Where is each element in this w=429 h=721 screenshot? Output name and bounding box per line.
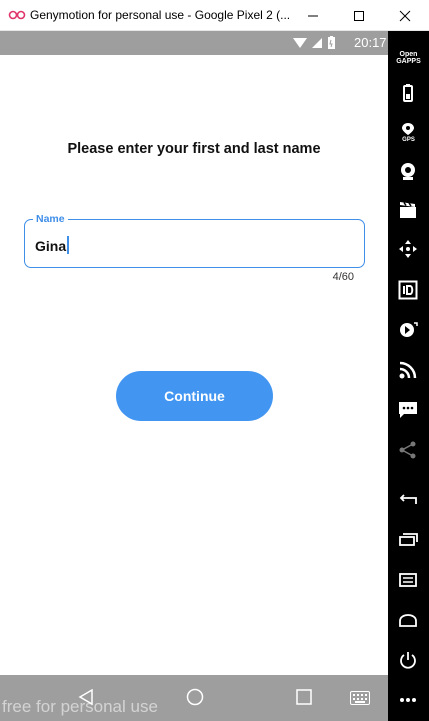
identifiers-button[interactable] [388, 273, 429, 307]
cast-button[interactable] [388, 353, 429, 387]
more-dots-icon [400, 698, 416, 702]
recents-square-icon [296, 689, 312, 705]
nav-recents-button[interactable] [284, 675, 324, 721]
minimize-icon [308, 15, 318, 17]
status-time: 20:17 [354, 35, 387, 50]
battery-button[interactable] [388, 76, 429, 110]
menu-button[interactable] [388, 563, 429, 597]
maximize-icon [354, 11, 364, 21]
window-title: Genymotion for personal use - Google Pix… [30, 8, 291, 22]
name-input[interactable]: Gina [35, 236, 70, 254]
recent-apps-button[interactable] [388, 523, 429, 557]
id-card-icon [398, 280, 418, 300]
gps-icon [402, 123, 414, 135]
recent-apps-icon [399, 533, 418, 546]
media-button[interactable] [388, 313, 429, 347]
continue-button[interactable]: Continue [116, 371, 273, 421]
battery-icon [328, 37, 335, 49]
rss-icon [399, 361, 417, 379]
home-icon [399, 614, 417, 627]
share-icon [399, 441, 416, 459]
name-field-label: Name [33, 212, 68, 226]
battery-icon [403, 84, 413, 102]
dpad-icon [399, 240, 417, 258]
home-circle-icon [186, 688, 204, 706]
watermark: free for personal use [2, 697, 158, 716]
back-arrow-icon [399, 494, 417, 504]
power-button[interactable] [388, 643, 429, 677]
name-input-value: Gina [35, 238, 67, 254]
maximize-button[interactable] [336, 0, 382, 31]
close-button[interactable] [382, 0, 428, 31]
more-options-button[interactable] [388, 683, 429, 717]
dpad-button[interactable] [388, 232, 429, 266]
close-icon [399, 10, 411, 22]
share-button[interactable] [388, 433, 429, 467]
webcam-icon [401, 163, 415, 180]
power-icon [400, 652, 416, 669]
android-nav-bar: free for personal use [0, 675, 388, 721]
window-titlebar: Genymotion for personal use - Google Pix… [0, 0, 429, 31]
wifi-icon [293, 38, 307, 48]
cell-signal-icon [312, 38, 322, 48]
media-icon [400, 322, 418, 337]
page-title: Please enter your first and last name [67, 141, 321, 157]
home-button[interactable] [388, 603, 429, 637]
genymotion-toolbar: Open GAPPS GPS [388, 31, 429, 721]
webcam-button[interactable] [388, 154, 429, 188]
capture-button[interactable] [388, 193, 429, 227]
android-status-bar: 20:17 [0, 31, 388, 55]
minimize-button[interactable] [290, 0, 336, 31]
opengapps-button[interactable]: Open GAPPS [388, 39, 429, 69]
nav-keyboard-button[interactable] [340, 675, 380, 721]
keyboard-icon [350, 691, 370, 705]
name-field[interactable]: Name Gina [24, 212, 365, 268]
character-counter: 4/60 [332, 271, 354, 283]
app-screen: Please enter your first and last name Na… [0, 55, 388, 675]
sms-button[interactable] [388, 393, 429, 427]
back-button[interactable] [388, 483, 429, 517]
gps-button[interactable]: GPS [388, 115, 429, 149]
status-icons [293, 36, 335, 49]
opengapps-label: Open GAPPS [396, 51, 421, 65]
nav-home-button[interactable] [175, 675, 215, 721]
message-icon [399, 402, 417, 418]
gps-label: GPS [402, 137, 415, 143]
clapperboard-icon [400, 202, 416, 218]
genymotion-logo-icon [8, 8, 26, 20]
text-cursor [67, 236, 70, 254]
menu-icon [399, 573, 417, 587]
